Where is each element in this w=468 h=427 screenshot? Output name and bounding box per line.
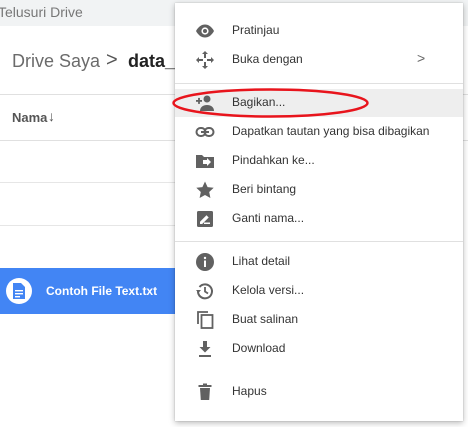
menu-item-label: Bagikan... [232, 95, 286, 109]
history-icon [195, 281, 215, 301]
link-icon [195, 122, 215, 142]
menu-item-rename[interactable]: Ganti nama... [175, 205, 463, 233]
menu-item-label: Pratinjau [232, 23, 280, 37]
search-drive-label[interactable]: Telusuri Drive [0, 4, 83, 20]
menu-item-label: Buka dengan [232, 52, 303, 66]
menu-item-delete[interactable]: Hapus [175, 378, 463, 406]
info-icon [195, 252, 215, 272]
share-person-icon [195, 93, 215, 113]
menu-item-star[interactable]: Beri bintang [175, 176, 463, 204]
arrow-down-icon[interactable]: ↓ [48, 108, 55, 124]
breadcrumb-separator: > [106, 49, 118, 71]
eye-icon [195, 21, 215, 41]
rename-icon [195, 209, 215, 229]
file-row-selected[interactable]: Contoh File Text.txt [0, 268, 185, 314]
file-name: Contoh File Text.txt [46, 284, 158, 298]
menu-divider [175, 241, 463, 242]
menu-item-download[interactable]: Download [175, 335, 463, 363]
menu-item-label: Hapus [232, 384, 267, 398]
chevron-right-icon: > [417, 50, 426, 66]
move-folder-icon [195, 151, 215, 171]
menu-item-manage-versions[interactable]: Kelola versi... [175, 277, 463, 305]
open-with-icon [195, 50, 215, 70]
download-icon [195, 339, 215, 359]
row-divider [0, 182, 175, 183]
menu-item-label: Pindahkan ke... [232, 153, 315, 167]
menu-item-label: Ganti nama... [232, 211, 305, 225]
menu-item-make-copy[interactable]: Buat salinan [175, 306, 463, 334]
menu-item-label: Lihat detail [232, 254, 291, 268]
breadcrumb-my-drive[interactable]: Drive Saya [12, 51, 100, 72]
menu-item-move[interactable]: Pindahkan ke... [175, 147, 463, 175]
menu-item-share[interactable]: Bagikan... [175, 89, 463, 117]
copy-icon [195, 310, 215, 330]
context-menu: Pratinjau Buka dengan > Bagikan... Dapat… [175, 3, 463, 421]
row-divider [0, 225, 175, 226]
menu-item-preview[interactable]: Pratinjau [175, 17, 463, 45]
menu-item-get-link[interactable]: Dapatkan tautan yang bisa dibagikan [175, 118, 463, 146]
menu-item-view-details[interactable]: Lihat detail [175, 248, 463, 276]
menu-item-label: Buat salinan [232, 312, 299, 326]
trash-icon [195, 382, 215, 402]
menu-item-label: Beri bintang [232, 182, 297, 196]
star-icon [195, 180, 215, 200]
menu-item-label: Kelola versi... [232, 283, 305, 297]
menu-divider [175, 83, 463, 84]
menu-item-label: Dapatkan tautan yang bisa dibagikan [232, 124, 430, 138]
menu-item-label: Download [232, 341, 286, 355]
column-name-header[interactable]: Nama [12, 110, 47, 125]
text-file-icon [6, 278, 32, 304]
menu-item-open-with[interactable]: Buka dengan > [175, 46, 463, 74]
